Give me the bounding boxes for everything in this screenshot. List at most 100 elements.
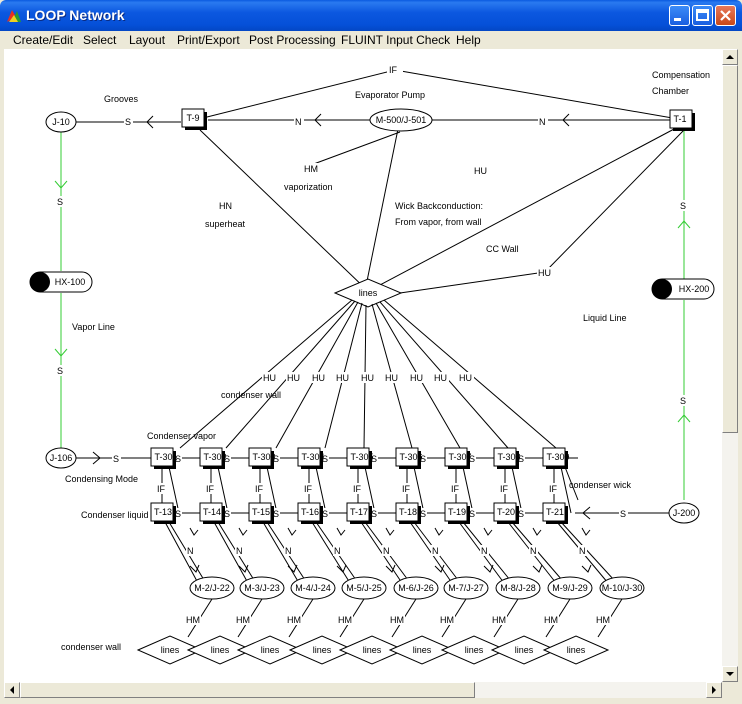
upper-tank[interactable]: T-307 <box>444 447 472 469</box>
scroll-left-button[interactable] <box>4 682 20 698</box>
svg-text:S: S <box>113 454 119 464</box>
bottom-junction[interactable]: M-8/J-28 <box>495 576 541 600</box>
scroll-right-button[interactable] <box>706 682 722 698</box>
svg-text:HU: HU <box>434 373 447 383</box>
junction-j106[interactable]: J-106 <box>45 447 77 469</box>
lines-hub[interactable]: lines <box>333 278 403 308</box>
menu-layout[interactable]: Layout <box>129 33 165 47</box>
svg-text:HN: HN <box>219 201 232 211</box>
svg-text:HU: HU <box>385 373 398 383</box>
menu-post-processing[interactable]: Post Processing <box>249 33 336 47</box>
svg-text:HU: HU <box>361 373 374 383</box>
label-condensing-mode: Condensing Mode <box>65 474 138 484</box>
bottom-junction[interactable]: M-6/J-26 <box>393 576 439 600</box>
label-wick-backconduction: Wick Backconduction: <box>395 201 483 211</box>
lower-tank-label: T-20 <box>497 507 515 517</box>
tank-t1[interactable]: T-1 <box>669 109 695 131</box>
svg-text:S: S <box>620 509 626 519</box>
close-button[interactable] <box>715 5 736 26</box>
upper-tank[interactable]: T-308 <box>493 447 521 469</box>
lower-tank[interactable]: T-17 <box>346 502 372 524</box>
label-vapor-line: Vapor Line <box>72 322 115 332</box>
vertical-scrollbar[interactable] <box>722 49 738 682</box>
menu-create-edit[interactable]: Create/Edit <box>13 33 73 47</box>
bottom-junction[interactable]: M-10/J-30 <box>599 576 645 600</box>
hx-100-label: HX-100 <box>55 277 86 287</box>
lower-tank[interactable]: T-19 <box>444 502 470 524</box>
minimize-button[interactable] <box>669 5 690 26</box>
bottom-junction[interactable]: M-2/J-22 <box>189 576 235 600</box>
bottom-lines-node[interactable]: lines <box>542 635 610 665</box>
n-label: N <box>432 546 439 556</box>
bottom-junction[interactable]: M-4/J-24 <box>290 576 336 600</box>
if-label: IF <box>255 484 264 494</box>
horizontal-scrollbar[interactable] <box>4 682 722 698</box>
lower-tank[interactable]: T-15 <box>248 502 274 524</box>
bottom-lines-label: lines <box>413 645 432 655</box>
lower-tank[interactable]: T-20 <box>493 502 519 524</box>
lower-tank[interactable]: T-18 <box>395 502 421 524</box>
network-canvas[interactable]: J-10 T-9 M-500/J-501 T-1 HX-100 HX-200 l… <box>4 49 722 682</box>
menu-fluint-input-check[interactable]: FLUINT Input Check <box>341 33 450 47</box>
hm-label: HM <box>596 615 610 625</box>
upper-tank-label: T-306 <box>399 452 422 462</box>
menu-select[interactable]: Select <box>83 33 116 47</box>
hm-label: HM <box>287 615 301 625</box>
label-condenser-wall-bottom: condenser wall <box>61 642 121 652</box>
if-label: IF <box>451 484 460 494</box>
svg-text:HU: HU <box>538 268 551 278</box>
bottom-junction[interactable]: M-5/J-25 <box>341 576 387 600</box>
lower-tank[interactable]: T-21 <box>542 502 568 524</box>
lower-tank[interactable]: T-16 <box>297 502 323 524</box>
if-label: IF <box>500 484 509 494</box>
lower-tank-label: T-14 <box>203 507 221 517</box>
lower-tank[interactable]: T-14 <box>199 502 225 524</box>
if-label: IF <box>206 484 215 494</box>
bottom-junction[interactable]: M-3/J-23 <box>239 576 285 600</box>
svg-text:S: S <box>125 117 131 127</box>
junction-j200[interactable]: J-200 <box>668 502 700 524</box>
maximize-icon <box>696 9 709 21</box>
bottom-junction[interactable]: M-9/J-29 <box>547 576 593 600</box>
svg-text:S: S <box>57 197 63 207</box>
left-arrow-icon <box>10 686 14 694</box>
horizontal-scroll-thumb[interactable] <box>20 682 475 698</box>
svg-text:HU: HU <box>287 373 300 383</box>
n-label: N <box>236 546 243 556</box>
vertical-scroll-thumb[interactable] <box>722 65 738 433</box>
lower-tank-label: T-21 <box>546 507 564 517</box>
hx-100[interactable]: HX-100 <box>29 271 93 293</box>
junction-j10[interactable]: J-10 <box>45 111 77 133</box>
upper-tank-label: T-307 <box>448 452 471 462</box>
diagram-annotations: Grooves Evaporator Pump Compensation Cha… <box>61 70 710 652</box>
svg-text:N: N <box>295 117 302 127</box>
scroll-down-button[interactable] <box>722 666 738 682</box>
menu-bar: Create/Edit Select Layout Print/Export P… <box>0 31 742 49</box>
tank-t9[interactable]: T-9 <box>181 108 207 130</box>
maximize-button[interactable] <box>692 5 713 26</box>
lower-tank-label: T-16 <box>301 507 319 517</box>
hm-label: HM <box>338 615 352 625</box>
lower-tank[interactable]: T-13 <box>150 502 176 524</box>
bottom-lines-label: lines <box>211 645 230 655</box>
upper-tank[interactable]: T-302 <box>199 447 227 469</box>
upper-tank[interactable]: T-304 <box>297 447 325 469</box>
if-label: IF <box>549 484 558 494</box>
bottom-junction-label: M-6/J-26 <box>398 583 434 593</box>
hx-200[interactable]: HX-200 <box>651 278 715 300</box>
bottom-junction[interactable]: M-7/J-27 <box>443 576 489 600</box>
scroll-up-button[interactable] <box>722 49 738 65</box>
evaporator-pump[interactable]: M-500/J-501 <box>369 108 433 132</box>
title-bar[interactable]: LOOP Network <box>0 0 742 31</box>
menu-help[interactable]: Help <box>456 33 481 47</box>
pump-label: M-500/J-501 <box>376 115 427 125</box>
upper-tank-label: T-301 <box>154 452 177 462</box>
label-compensation: Compensation <box>652 70 710 80</box>
upper-tank[interactable]: T-305 <box>346 447 374 469</box>
label-condenser-wall-top: condenser wall <box>221 390 281 400</box>
upper-tank[interactable]: T-301 <box>150 447 178 469</box>
upper-tank[interactable]: T-303 <box>248 447 276 469</box>
upper-tank[interactable]: T-306 <box>395 447 423 469</box>
hm-label: HM <box>186 615 200 625</box>
menu-print-export[interactable]: Print/Export <box>177 33 240 47</box>
